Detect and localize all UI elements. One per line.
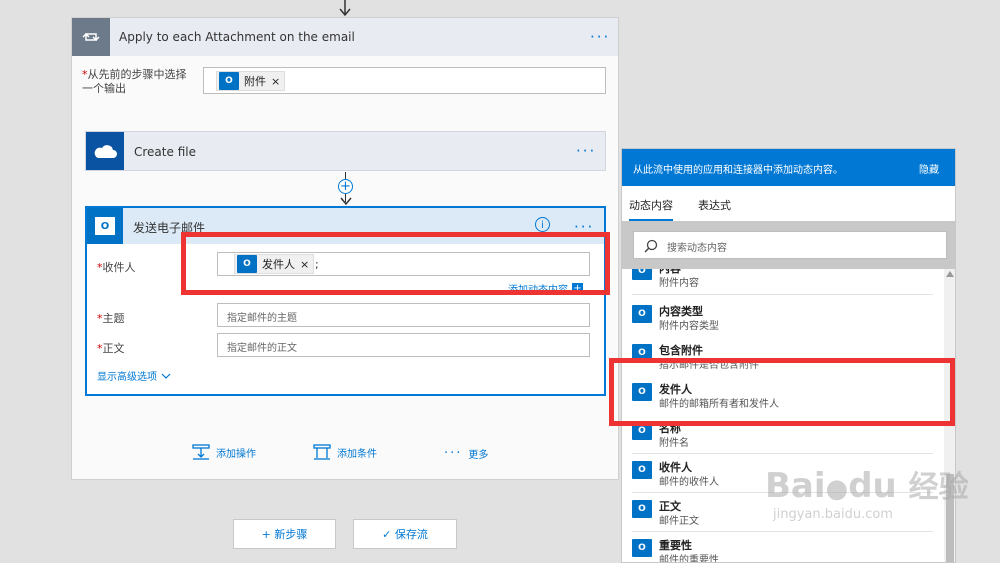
add-action-button[interactable]: 添加操作 bbox=[192, 444, 256, 460]
onedrive-icon bbox=[86, 132, 124, 170]
info-icon[interactable]: i bbox=[535, 217, 550, 232]
body-label: *正文 bbox=[97, 342, 125, 355]
watermark-brand2: du bbox=[848, 466, 897, 506]
hide-panel-link[interactable]: 隐藏 bbox=[919, 161, 939, 176]
search-icon bbox=[644, 239, 658, 253]
highlight-to-field bbox=[181, 232, 610, 295]
outlook-icon: O bbox=[87, 208, 123, 244]
loop-header[interactable]: Apply to each Attachment on the email ··… bbox=[72, 18, 618, 56]
save-flow-button[interactable]: ✓ 保存流 bbox=[353, 519, 457, 549]
baidu-watermark: Bai●du 经验 jingyan.baidu.com bbox=[765, 468, 995, 548]
connector-arrow-top bbox=[338, 0, 352, 18]
new-step-button[interactable]: + 新步骤 bbox=[233, 519, 336, 549]
select-output-field[interactable]: O 附件 × bbox=[203, 67, 606, 94]
watermark-brand: Bai bbox=[765, 466, 826, 506]
attachments-token[interactable]: O 附件 × bbox=[216, 71, 286, 91]
send-email-menu-icon[interactable]: ··· bbox=[574, 220, 594, 235]
list-item[interactable]: O 内容类型 附件内容类型 bbox=[622, 296, 955, 335]
outlook-icon: O bbox=[632, 539, 652, 557]
insert-step-plus-icon[interactable]: + bbox=[338, 179, 353, 194]
to-label: *收件人 bbox=[97, 261, 136, 274]
subject-label: *主题 bbox=[97, 312, 125, 325]
watermark-cn: 经验 bbox=[908, 470, 969, 505]
add-condition-button[interactable]: 添加条件 bbox=[313, 444, 377, 460]
create-file-title: Create file bbox=[134, 145, 196, 159]
loop-menu-icon[interactable]: ··· bbox=[590, 30, 610, 45]
tab-dynamic-content[interactable]: 动态内容 bbox=[629, 197, 673, 221]
outlook-icon: O bbox=[219, 72, 239, 90]
list-item[interactable]: O 内容 附件内容 bbox=[622, 269, 955, 292]
dynamic-panel-header-text: 从此流中使用的应用和连接器中添加动态内容。 bbox=[633, 165, 843, 176]
outlook-icon: O bbox=[632, 305, 652, 323]
divider bbox=[632, 294, 933, 295]
more-dots-icon: ··· bbox=[444, 446, 463, 461]
outlook-icon: O bbox=[632, 269, 652, 280]
loop-icon bbox=[72, 18, 110, 56]
more-button[interactable]: ··· 更多 bbox=[444, 446, 488, 461]
create-file-card[interactable]: Create file ··· bbox=[85, 131, 606, 171]
connector-arrow-icon bbox=[339, 194, 353, 206]
tab-expression[interactable]: 表达式 bbox=[698, 197, 731, 213]
loop-title: Apply to each Attachment on the email bbox=[119, 30, 355, 44]
subject-input[interactable]: 指定邮件的主题 bbox=[217, 303, 590, 327]
add-condition-icon bbox=[313, 444, 331, 460]
highlight-from-item bbox=[609, 358, 955, 426]
token-remove-icon[interactable]: × bbox=[271, 75, 280, 88]
select-output-label: *从先前的步骤中选择一个输出 bbox=[82, 68, 187, 95]
create-file-menu-icon[interactable]: ··· bbox=[576, 144, 596, 159]
dynamic-panel-header: 从此流中使用的应用和连接器中添加动态内容。 隐藏 bbox=[622, 149, 955, 186]
show-advanced-options-link[interactable]: 显示高级选项 bbox=[97, 368, 171, 383]
outlook-icon: O bbox=[632, 500, 652, 518]
search-dynamic-input[interactable]: 搜索动态内容 bbox=[633, 231, 947, 259]
search-area: 搜索动态内容 bbox=[622, 221, 955, 269]
outlook-icon: O bbox=[632, 461, 652, 479]
watermark-url: jingyan.baidu.com bbox=[773, 507, 893, 522]
scroll-up-icon bbox=[946, 271, 954, 277]
add-action-icon bbox=[192, 444, 210, 460]
token-label: 附件 bbox=[244, 75, 266, 88]
paw-icon: ● bbox=[825, 474, 849, 504]
chevron-down-icon bbox=[161, 373, 171, 379]
body-input[interactable]: 指定邮件的正文 bbox=[217, 333, 590, 357]
